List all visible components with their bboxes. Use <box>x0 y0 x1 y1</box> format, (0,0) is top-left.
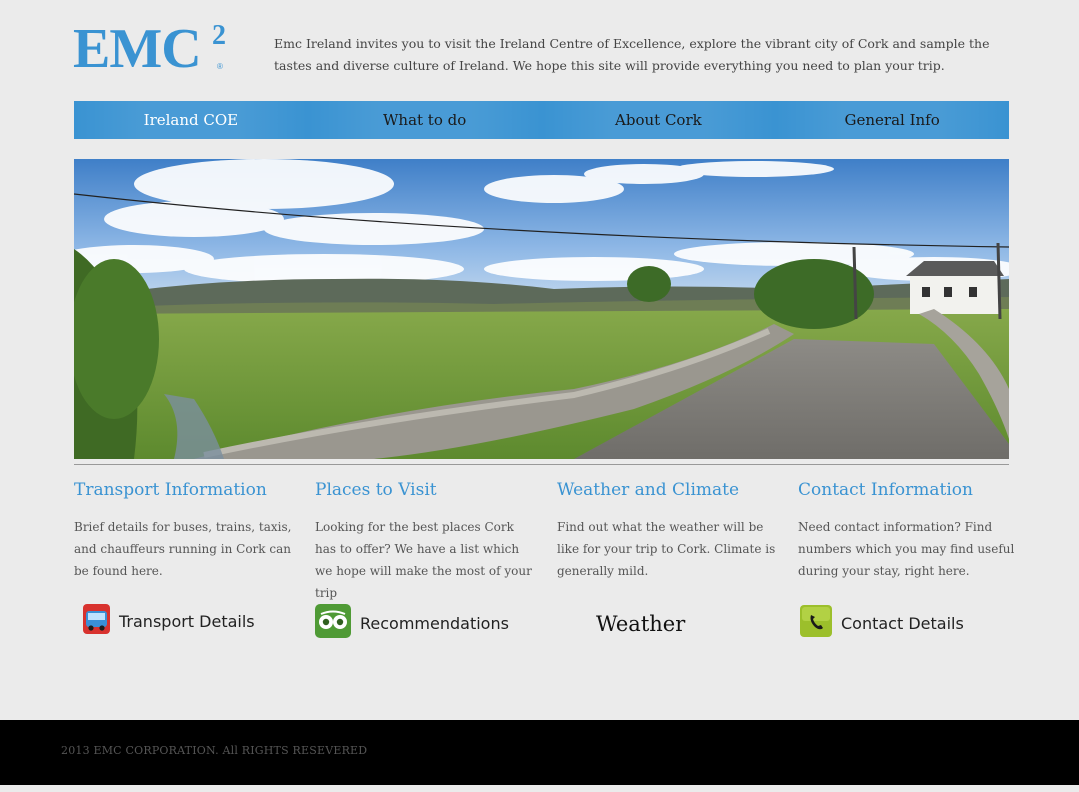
contact-heading[interactable]: Contact Information <box>798 478 1018 502</box>
footer: 2013 EMC CORPORATION. All RIGHTS RESEVER… <box>0 720 1079 785</box>
places-section: Places to Visit Looking for the best pla… <box>315 478 535 604</box>
transport-description: Brief details for buses, trains, taxis, … <box>74 520 292 578</box>
places-heading[interactable]: Places to Visit <box>315 478 535 502</box>
contact-description: Need contact information? Find numbers w… <box>798 520 1015 578</box>
hero-landscape-image <box>74 159 1009 459</box>
weather-description: Find out what the weather will be like f… <box>557 520 776 578</box>
weather-heading[interactable]: Weather and Climate <box>557 478 777 502</box>
contact-section: Contact Information Need contact informa… <box>798 478 1018 582</box>
nav-item-ireland-coe[interactable]: Ireland COE <box>74 101 308 139</box>
tripadvisor-owl-icon <box>315 604 351 642</box>
logo-text: EMC <box>73 18 202 80</box>
contact-details-label: Contact Details <box>841 613 964 633</box>
nav-item-general-info[interactable]: General Info <box>775 101 1009 139</box>
nav-item-about-cork[interactable]: About Cork <box>541 101 776 139</box>
registered-mark: ® <box>217 62 223 71</box>
main-nav: Ireland COE What to do About Cork Genera… <box>74 101 1009 139</box>
bus-icon <box>83 604 110 638</box>
contact-details-link[interactable]: Contact Details <box>800 605 964 641</box>
hero-divider <box>74 464 1009 465</box>
logo-superscript: 2 <box>212 20 226 51</box>
weather-section: Weather and Climate Find out what the we… <box>557 478 777 582</box>
transport-details-link[interactable]: Transport Details <box>83 604 255 638</box>
copyright-text: 2013 EMC CORPORATION. All RIGHTS RESEVER… <box>61 744 368 757</box>
phone-icon <box>800 605 832 641</box>
emc-logo[interactable]: EMC 2 ® <box>73 20 233 77</box>
weather-link[interactable]: Weather <box>596 612 685 636</box>
transport-heading[interactable]: Transport Information <box>74 478 294 502</box>
weather-label: Weather <box>596 612 686 636</box>
transport-details-label: Transport Details <box>119 611 255 631</box>
places-description: Looking for the best places Cork has to … <box>315 520 532 600</box>
transport-section: Transport Information Brief details for … <box>74 478 294 582</box>
recommendations-label: Recommendations <box>360 613 509 633</box>
recommendations-link[interactable]: Recommendations <box>315 604 509 642</box>
intro-text: Emc Ireland invites you to visit the Ire… <box>274 36 990 73</box>
nav-item-what-to-do[interactable]: What to do <box>307 101 542 139</box>
